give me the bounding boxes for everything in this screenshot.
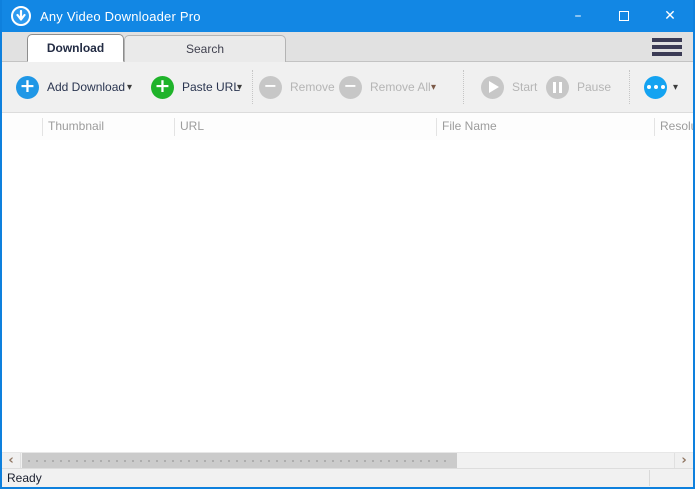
chevron-down-icon: ▾	[237, 82, 242, 93]
tab-download-label: Download	[47, 41, 104, 55]
paste-url-button[interactable]: + Paste URL	[151, 62, 240, 112]
column-separator[interactable]	[436, 118, 437, 136]
more-button[interactable]	[644, 62, 667, 112]
app-logo-icon	[11, 6, 31, 26]
tab-bar: Download Search	[2, 32, 693, 62]
add-download-dropdown[interactable]: ▾	[127, 62, 132, 112]
hamburger-icon	[652, 38, 682, 42]
pause-icon	[553, 82, 562, 93]
titlebar: Any Video Downloader Pro – ✕	[2, 0, 693, 32]
add-download-label: Add Download	[47, 80, 125, 94]
remove-button[interactable]: − Remove	[259, 62, 335, 112]
column-separator[interactable]	[654, 118, 655, 136]
app-window: Any Video Downloader Pro – ✕ Download Se…	[0, 0, 695, 489]
start-button[interactable]: Start	[481, 62, 537, 112]
column-header-resolution[interactable]: Resolution	[660, 119, 693, 133]
remove-all-button[interactable]: − Remove All	[339, 62, 431, 112]
column-separator[interactable]	[42, 118, 43, 136]
remove-all-circle: −	[339, 76, 362, 99]
remove-all-label: Remove All	[370, 80, 431, 94]
paste-url-label: Paste URL	[182, 80, 240, 94]
column-header-url[interactable]: URL	[180, 119, 204, 133]
more-dropdown[interactable]: ▾	[673, 62, 678, 112]
remove-all-dropdown[interactable]: ▾	[431, 62, 436, 112]
paste-url-circle: +	[151, 76, 174, 99]
scrollbar-thumb[interactable]	[22, 453, 457, 468]
plus-icon: +	[155, 77, 171, 96]
toolbar-separator	[252, 70, 253, 104]
remove-label: Remove	[290, 80, 335, 94]
chevron-down-icon: ▾	[431, 82, 436, 93]
download-list-area	[2, 140, 693, 452]
tab-download[interactable]: Download	[27, 34, 124, 62]
status-text: Ready	[7, 471, 42, 485]
add-download-button[interactable]: + Add Download	[16, 62, 125, 112]
chevron-right-icon: ›	[681, 453, 686, 468]
column-header-file-name[interactable]: File Name	[442, 119, 497, 133]
ellipsis-icon	[647, 85, 665, 89]
column-separator[interactable]	[174, 118, 175, 136]
window-controls: – ✕	[555, 0, 693, 32]
maximize-button[interactable]	[601, 0, 647, 32]
minus-icon: −	[264, 78, 277, 94]
scroll-left-button[interactable]: ‹	[2, 453, 21, 468]
toolbar-separator	[463, 70, 464, 104]
play-icon	[489, 81, 499, 93]
horizontal-scrollbar: ‹ ›	[2, 452, 693, 468]
minus-icon: −	[344, 78, 357, 94]
tab-search[interactable]: Search	[124, 35, 286, 62]
window-title: Any Video Downloader Pro	[40, 9, 201, 24]
start-label: Start	[512, 80, 537, 94]
add-download-circle: +	[16, 76, 39, 99]
close-button[interactable]: ✕	[647, 0, 693, 32]
maximize-icon	[619, 11, 629, 21]
chevron-down-icon: ▾	[127, 82, 132, 93]
close-icon: ✕	[664, 8, 676, 24]
pause-label: Pause	[577, 80, 611, 94]
plus-icon: +	[20, 77, 36, 96]
chevron-down-icon: ▾	[673, 82, 678, 93]
scrollbar-track[interactable]	[457, 453, 673, 468]
menu-button[interactable]	[652, 38, 682, 56]
chevron-left-icon: ‹	[8, 453, 13, 468]
minimize-button[interactable]: –	[555, 0, 601, 32]
more-circle	[644, 76, 667, 99]
table-header: Thumbnail URL File Name Resolution	[2, 112, 693, 140]
paste-url-dropdown[interactable]: ▾	[237, 62, 242, 112]
toolbar-separator	[629, 70, 630, 104]
toolbar: + Add Download ▾ + Paste URL ▾ − Remove …	[2, 62, 693, 112]
minimize-icon: –	[575, 8, 582, 24]
pause-circle	[546, 76, 569, 99]
column-header-thumbnail[interactable]: Thumbnail	[48, 119, 104, 133]
scroll-right-button[interactable]: ›	[674, 453, 693, 468]
start-circle	[481, 76, 504, 99]
remove-circle: −	[259, 76, 282, 99]
statusbar-separator	[649, 470, 650, 486]
tab-search-label: Search	[186, 42, 224, 56]
pause-button[interactable]: Pause	[546, 62, 611, 112]
status-bar: Ready	[2, 468, 693, 487]
